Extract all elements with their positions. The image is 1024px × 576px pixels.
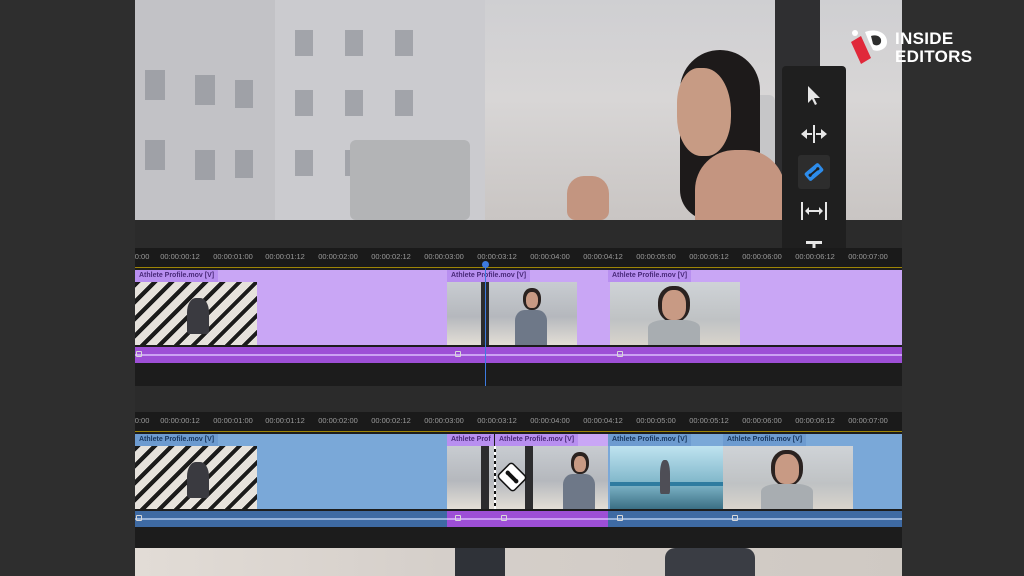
clip-label: Athlete Prof: [447, 434, 494, 446]
video-track-v1[interactable]: Athlete Profile.mov [V] Athlete Profile.…: [135, 270, 902, 345]
arrow-cursor-icon: [808, 86, 820, 105]
slip-icon: [801, 202, 827, 220]
ruler-label: 00:00:06:12: [795, 252, 835, 261]
ruler-label: 00:00: [135, 252, 150, 261]
clip-thumbnail: [135, 446, 257, 509]
ruler-label: 00:00:00:12: [160, 416, 200, 425]
selection-tool-button[interactable]: [794, 78, 834, 112]
keyframe-marker[interactable]: [617, 351, 623, 357]
clip-label: Athlete Profile.mov [V]: [723, 434, 807, 446]
clip-thumbnail: [135, 282, 257, 345]
keyframe-marker[interactable]: [136, 515, 142, 521]
audio-track-a1[interactable]: [135, 347, 902, 363]
ruler-label: 00:00:05:12: [689, 252, 729, 261]
ruler-label: 00:00:05:12: [689, 416, 729, 425]
ruler-label: 00:00:07:00: [848, 252, 888, 261]
clip-thumbnail: [447, 446, 494, 509]
clip-label: Athlete Profile.mov [V]: [135, 270, 219, 282]
keyframe-marker[interactable]: [732, 515, 738, 521]
right-margin: [902, 0, 1024, 576]
work-area-bar: [135, 431, 902, 432]
clip-label: Athlete Profile.mov [V]: [608, 270, 692, 282]
ruler-label: 00:00:03:12: [477, 416, 517, 425]
runner-arm: [567, 176, 609, 220]
ruler-label: 00:00:04:00: [530, 416, 570, 425]
keyframe-marker[interactable]: [501, 515, 507, 521]
ruler-label: 00:00:04:12: [583, 252, 623, 261]
ruler-label: 00:00:06:12: [795, 416, 835, 425]
audio-clip-selected[interactable]: [447, 511, 608, 527]
ruler-label: 00:00:05:00: [636, 252, 676, 261]
preview-strip-bottom: [135, 548, 902, 576]
clip-thumbnail: [723, 446, 853, 509]
ruler-label: 00:00:01:00: [213, 416, 253, 425]
ruler-label: 00:00:02:12: [371, 416, 411, 425]
video-clip-split-left[interactable]: Athlete Prof: [447, 434, 494, 509]
clip-label: Athlete Profile.mov [V]: [495, 434, 579, 446]
clip-thumbnail: [610, 282, 740, 345]
razor-blade-icon: [804, 163, 824, 181]
video-clip[interactable]: Athlete Profile.mov [V]: [135, 270, 447, 345]
clip-label: Athlete Profile.mov [V]: [608, 434, 692, 446]
logo-text: INSIDE EDITORS: [895, 30, 972, 66]
left-margin: [0, 0, 135, 576]
ruler-label: 00:00:01:00: [213, 252, 253, 261]
ruler-label: 00:00:00:12: [160, 252, 200, 261]
ruler-label: 00:00: [135, 416, 150, 425]
cut-line-indicator: [494, 446, 496, 509]
ruler-label: 00:00:03:00: [424, 252, 464, 261]
video-clip[interactable]: Athlete Profile.mov [V]: [135, 434, 447, 509]
video-clip[interactable]: Athlete Profile.mov [V]: [723, 434, 902, 509]
ruler-label: 00:00:02:12: [371, 252, 411, 261]
ripple-edit-icon: [801, 125, 827, 143]
ruler-label: 00:00:02:00: [318, 416, 358, 425]
clip-thumbnail: [610, 446, 723, 509]
timeline-after-cut[interactable]: 00:00 00:00:00:12 00:00:01:00 00:00:01:1…: [135, 412, 902, 548]
inside-editors-logo-icon: [851, 30, 887, 64]
runner-body: [695, 150, 785, 220]
ruler-label: 00:00:03:00: [424, 416, 464, 425]
keyframe-marker[interactable]: [455, 515, 461, 521]
logo-line-2: EDITORS: [895, 47, 973, 66]
runner-face: [677, 68, 731, 156]
keyframe-marker[interactable]: [455, 351, 461, 357]
ruler-label: 00:00:01:12: [265, 252, 305, 261]
video-clip[interactable]: Athlete Profile.mov [V]: [608, 434, 723, 509]
razor-cursor-icon: [497, 462, 527, 492]
time-ruler[interactable]: 00:00 00:00:00:12 00:00:01:00 00:00:01:1…: [135, 248, 902, 268]
ruler-label: 00:00:05:00: [636, 416, 676, 425]
playhead-handle[interactable]: [482, 261, 489, 268]
timeline-before-cut[interactable]: 00:00 00:00:00:12 00:00:01:00 00:00:01:1…: [135, 248, 902, 386]
video-editor-screen: INSIDE EDITORS 00:00 00:00:00:12 00:00:0…: [0, 0, 1024, 576]
keyframe-marker[interactable]: [136, 351, 142, 357]
ruler-label: 00:00:07:00: [848, 416, 888, 425]
video-clip[interactable]: Athlete Profile.mov [V]: [447, 270, 608, 345]
work-area-bar: [135, 267, 902, 268]
keyframe-marker[interactable]: [617, 515, 623, 521]
audio-clip[interactable]: [608, 511, 902, 527]
ruler-label: 00:00:01:12: [265, 416, 305, 425]
ruler-label: 00:00:06:00: [742, 416, 782, 425]
ruler-label: 00:00:02:00: [318, 252, 358, 261]
ripple-edit-tool-button[interactable]: [794, 117, 834, 151]
clip-label: Athlete Profile.mov [V]: [447, 270, 531, 282]
tools-panel: [782, 66, 846, 278]
slip-tool-button[interactable]: [794, 194, 834, 228]
clip-label: Athlete Profile.mov [V]: [135, 434, 219, 446]
ruler-label: 00:00:04:12: [583, 416, 623, 425]
ruler-label: 00:00:06:00: [742, 252, 782, 261]
audio-clip[interactable]: [135, 347, 902, 363]
playhead-line[interactable]: [485, 262, 486, 386]
logo-line-1: INSIDE: [895, 29, 954, 48]
clip-thumbnail: [447, 282, 577, 345]
video-clip[interactable]: Athlete Profile.mov [V]: [608, 270, 902, 345]
audio-clip[interactable]: [135, 511, 447, 527]
ruler-label: 00:00:03:12: [477, 252, 517, 261]
inside-editors-logo: INSIDE EDITORS: [847, 28, 997, 70]
razor-tool-button[interactable]: [794, 155, 834, 189]
time-ruler[interactable]: 00:00 00:00:00:12 00:00:01:00 00:00:01:1…: [135, 412, 902, 432]
audio-track-a1[interactable]: [135, 511, 902, 527]
video-track-v1[interactable]: Athlete Profile.mov [V] Athlete Prof Ath…: [135, 434, 902, 509]
ruler-label: 00:00:04:00: [530, 252, 570, 261]
